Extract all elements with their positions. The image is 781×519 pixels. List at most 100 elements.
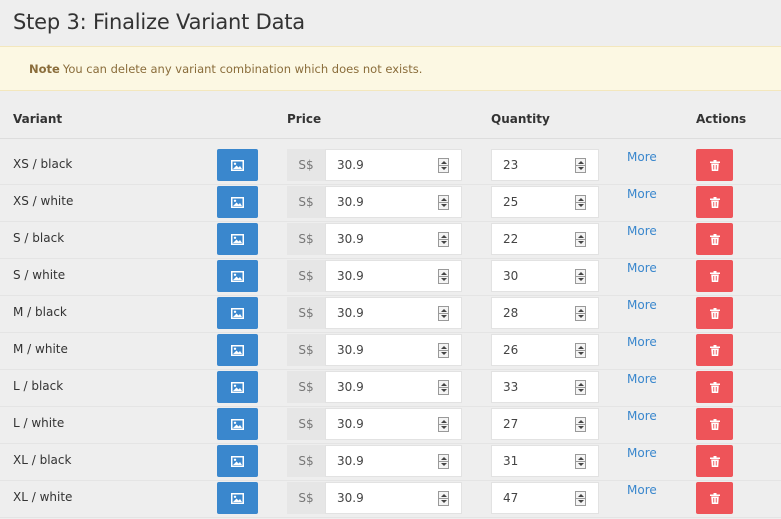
quantity-input[interactable]: 33 [491, 371, 599, 403]
price-input[interactable]: 30.9 [325, 149, 462, 181]
more-link[interactable]: More [627, 372, 657, 386]
more-link[interactable]: More [627, 150, 657, 164]
quantity-stepper[interactable] [575, 454, 586, 469]
stepper-up-icon [441, 420, 447, 423]
table-row: S / white S$ 30.9 30 More [0, 260, 781, 297]
price-stepper[interactable] [438, 269, 449, 284]
variant-label: XL / white [13, 490, 73, 504]
stepper-down-icon [578, 352, 584, 355]
upload-image-button[interactable] [217, 371, 258, 403]
upload-image-button[interactable] [217, 482, 258, 514]
quantity-value: 27 [503, 417, 519, 431]
more-link[interactable]: More [627, 409, 657, 423]
stepper-up-icon [578, 346, 584, 349]
currency-addon: S$ [287, 297, 325, 329]
table-row: XS / black S$ 30.9 23 More [0, 149, 781, 186]
variant-label: M / black [13, 305, 67, 319]
price-stepper[interactable] [438, 380, 449, 395]
table-row: M / white S$ 30.9 26 More [0, 334, 781, 371]
quantity-input[interactable]: 30 [491, 260, 599, 292]
stepper-up-icon [441, 494, 447, 497]
delete-variant-button[interactable] [696, 408, 733, 440]
delete-variant-button[interactable] [696, 445, 733, 477]
quantity-input[interactable]: 27 [491, 408, 599, 440]
image-icon [231, 418, 244, 430]
stepper-down-icon [441, 426, 447, 429]
price-stepper[interactable] [438, 343, 449, 358]
quantity-input[interactable]: 22 [491, 223, 599, 255]
variant-label: XS / black [13, 157, 73, 171]
quantity-input[interactable]: 28 [491, 297, 599, 329]
column-header-variant: Variant [13, 112, 63, 126]
quantity-stepper[interactable] [575, 306, 586, 321]
price-input[interactable]: 30.9 [325, 408, 462, 440]
quantity-input[interactable]: 25 [491, 186, 599, 218]
upload-image-button[interactable] [217, 149, 258, 181]
delete-variant-button[interactable] [696, 149, 733, 181]
upload-image-button[interactable] [217, 445, 258, 477]
price-input[interactable]: 30.9 [325, 297, 462, 329]
upload-image-button[interactable] [217, 408, 258, 440]
stepper-down-icon [441, 167, 447, 170]
more-link[interactable]: More [627, 335, 657, 349]
trash-icon [709, 196, 720, 208]
upload-image-button[interactable] [217, 186, 258, 218]
quantity-value: 22 [503, 232, 519, 246]
stepper-down-icon [578, 278, 584, 281]
delete-variant-button[interactable] [696, 186, 733, 218]
delete-variant-button[interactable] [696, 297, 733, 329]
trash-icon [709, 418, 720, 430]
quantity-input[interactable]: 26 [491, 334, 599, 366]
upload-image-button[interactable] [217, 297, 258, 329]
quantity-stepper[interactable] [575, 417, 586, 432]
more-link[interactable]: More [627, 298, 657, 312]
price-input[interactable]: 30.9 [325, 371, 462, 403]
quantity-stepper[interactable] [575, 158, 586, 173]
delete-variant-button[interactable] [696, 334, 733, 366]
quantity-value: 31 [503, 454, 519, 468]
quantity-stepper[interactable] [575, 232, 586, 247]
more-link[interactable]: More [627, 187, 657, 201]
price-stepper[interactable] [438, 417, 449, 432]
price-input[interactable]: 30.9 [325, 334, 462, 366]
more-link[interactable]: More [627, 261, 657, 275]
quantity-value: 25 [503, 195, 519, 209]
delete-variant-button[interactable] [696, 482, 733, 514]
note-label: Note [29, 62, 60, 76]
more-link[interactable]: More [627, 483, 657, 497]
price-stepper[interactable] [438, 491, 449, 506]
price-stepper[interactable] [438, 158, 449, 173]
delete-variant-button[interactable] [696, 260, 733, 292]
price-input[interactable]: 30.9 [325, 260, 462, 292]
delete-variant-button[interactable] [696, 371, 733, 403]
delete-variant-button[interactable] [696, 223, 733, 255]
quantity-stepper[interactable] [575, 380, 586, 395]
price-stepper[interactable] [438, 306, 449, 321]
quantity-input[interactable]: 47 [491, 482, 599, 514]
price-input[interactable]: 30.9 [325, 482, 462, 514]
quantity-stepper[interactable] [575, 491, 586, 506]
price-stepper[interactable] [438, 454, 449, 469]
column-header-actions: Actions [696, 112, 747, 126]
variant-label: XS / white [13, 194, 74, 208]
variant-label: L / white [13, 416, 65, 430]
quantity-stepper[interactable] [575, 269, 586, 284]
currency-addon: S$ [287, 445, 325, 477]
more-link[interactable]: More [627, 446, 657, 460]
price-stepper[interactable] [438, 232, 449, 247]
price-input[interactable]: 30.9 [325, 223, 462, 255]
more-link[interactable]: More [627, 224, 657, 238]
stepper-up-icon [578, 457, 584, 460]
price-input[interactable]: 30.9 [325, 186, 462, 218]
quantity-value: 33 [503, 380, 519, 394]
quantity-stepper[interactable] [575, 343, 586, 358]
quantity-stepper[interactable] [575, 195, 586, 210]
quantity-input[interactable]: 23 [491, 149, 599, 181]
upload-image-button[interactable] [217, 223, 258, 255]
upload-image-button[interactable] [217, 334, 258, 366]
price-stepper[interactable] [438, 195, 449, 210]
upload-image-button[interactable] [217, 260, 258, 292]
quantity-input[interactable]: 31 [491, 445, 599, 477]
stepper-up-icon [441, 309, 447, 312]
price-input[interactable]: 30.9 [325, 445, 462, 477]
